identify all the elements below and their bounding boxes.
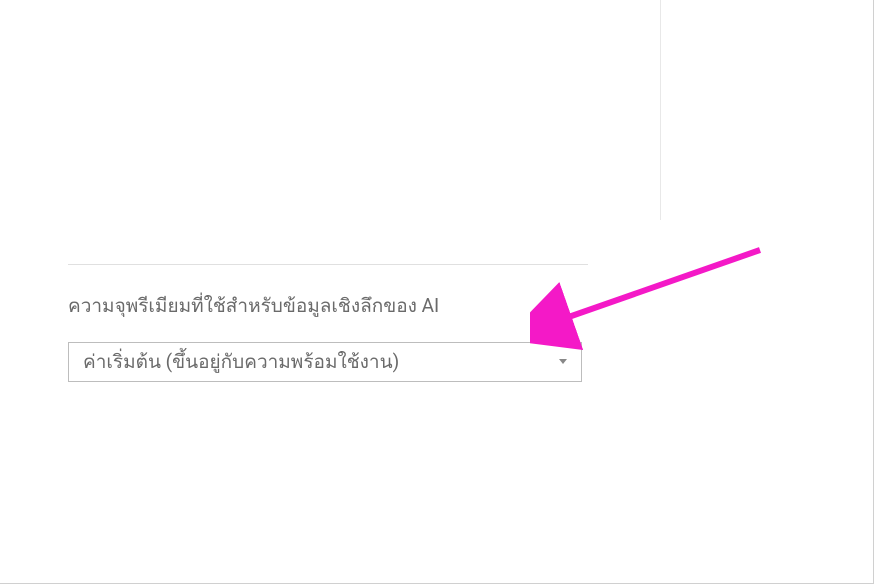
form-section: ความจุพรีเมียมที่ใช้สำหรับข้อมูลเชิงลึกข… [68, 264, 588, 382]
premium-capacity-dropdown[interactable]: ค่าเริ่มต้น (ขึ้นอยู่กับความพร้อมใช้งาน) [68, 342, 582, 382]
dropdown-selected-value: ค่าเริ่มต้น (ขึ้นอยู่กับความพร้อมใช้งาน) [83, 347, 399, 377]
section-divider [68, 264, 588, 265]
chevron-down-icon [559, 359, 567, 364]
premium-capacity-label: ความจุพรีเมียมที่ใช้สำหรับข้อมูลเชิงลึกข… [68, 293, 588, 320]
sidebar-divider [660, 0, 661, 220]
